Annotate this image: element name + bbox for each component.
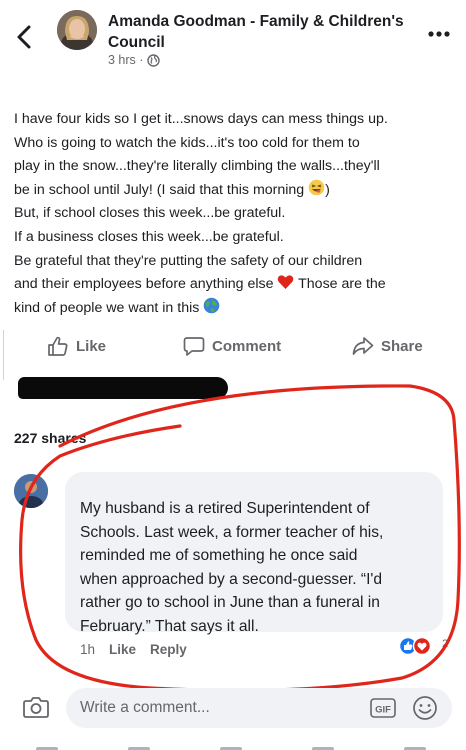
post-line: kind of people we want in this — [14, 297, 459, 321]
gif-icon[interactable]: GIF — [370, 698, 396, 718]
comment-line: when approached by a second-guesser. “I'… — [80, 570, 383, 588]
thumbs-up-icon — [48, 336, 68, 356]
post-line-text: Those are the — [298, 276, 386, 293]
comment-time: 1h — [80, 642, 96, 657]
comment-line: February.” That says it all. — [80, 617, 259, 635]
comment-line: My husband is a retired Superintendent o… — [80, 500, 370, 517]
camera-icon[interactable] — [22, 694, 50, 720]
comment-text: My husband is a retired Superintendent o… — [80, 497, 450, 639]
bottom-nav-peek — [0, 740, 466, 750]
globe-emoji-icon — [203, 297, 220, 314]
comment-line: reminded me of something he once said — [80, 547, 358, 565]
comment-placeholder: Write a comment... — [80, 699, 210, 716]
laughing-emoji-icon — [308, 179, 325, 196]
red-heart-icon — [278, 275, 294, 290]
post-body: I have four kids so I get it...snows day… — [14, 108, 459, 320]
post-line-text: kind of people we want in this — [14, 299, 200, 316]
speech-bubble-icon — [183, 337, 205, 356]
post-line-text: and their employees before anything else — [14, 276, 274, 293]
comment-like-button[interactable]: Like — [109, 642, 136, 657]
reply-preview-fragment — [58, 675, 318, 678]
comment-actions: 1h Like Reply — [80, 642, 187, 657]
share-count[interactable]: 227 shares — [14, 430, 86, 446]
post-line-text: ) — [325, 181, 330, 198]
page-name[interactable]: Amanda Goodman - Family & Children's Cou… — [108, 11, 423, 53]
ellipsis-icon[interactable] — [428, 30, 450, 38]
post-line: But, if school closes this week...be gra… — [14, 205, 286, 222]
comment-line: rather go to school in June than a funer… — [80, 594, 380, 612]
commenter-avatar[interactable] — [14, 474, 48, 508]
comment-composer: Write a comment... GIF — [0, 686, 466, 730]
comment-line: Schools. Last week, a former teacher of … — [80, 523, 384, 541]
comment-label: Comment — [212, 338, 282, 355]
profile-photo — [57, 10, 97, 50]
share-label: Share — [381, 338, 423, 355]
comment-reply-button[interactable]: Reply — [150, 642, 187, 657]
gif-label: GIF — [375, 705, 391, 716]
post-action-bar: Like Comment Share — [0, 330, 466, 366]
post-meta: 3 hrs · — [108, 53, 161, 67]
redaction-bar — [18, 377, 228, 399]
reply-preview-row[interactable] — [58, 670, 318, 678]
bottom-nav-icons — [36, 747, 426, 750]
post-line: Be grateful that they're putting the saf… — [14, 252, 363, 269]
reaction-icons — [398, 636, 432, 656]
like-button[interactable]: Like — [47, 336, 106, 357]
commenter-photo — [14, 474, 48, 508]
post-line: be in school until July! (I said that th… — [14, 179, 459, 203]
post-line: If a business closes this week...be grat… — [14, 228, 284, 245]
chevron-left-icon[interactable] — [14, 24, 36, 50]
comment-button[interactable]: Comment — [183, 336, 281, 357]
globe-icon — [147, 53, 161, 67]
post-line-text: be in school until July! (I said that th… — [14, 181, 305, 198]
post-line: and their employees before anything else… — [14, 273, 459, 297]
share-arrow-icon — [352, 337, 374, 355]
post-line: Who is going to watch the kids...it's to… — [14, 134, 360, 151]
post-line: I have four kids so I get it...snows day… — [14, 111, 388, 127]
reaction-count: 2 — [442, 638, 449, 650]
like-label: Like — [76, 338, 107, 355]
share-button[interactable]: Share — [352, 336, 423, 357]
post-line: play in the snow...they're literally cli… — [14, 158, 380, 175]
avatar[interactable] — [57, 10, 97, 50]
comment-reactions[interactable]: 2 — [398, 636, 458, 656]
smiley-icon[interactable] — [412, 695, 438, 721]
post-header: Amanda Goodman - Family & Children's Cou… — [0, 0, 466, 80]
post-time[interactable]: 3 hrs · — [108, 53, 143, 67]
comment-input[interactable]: Write a comment... GIF — [66, 688, 452, 728]
